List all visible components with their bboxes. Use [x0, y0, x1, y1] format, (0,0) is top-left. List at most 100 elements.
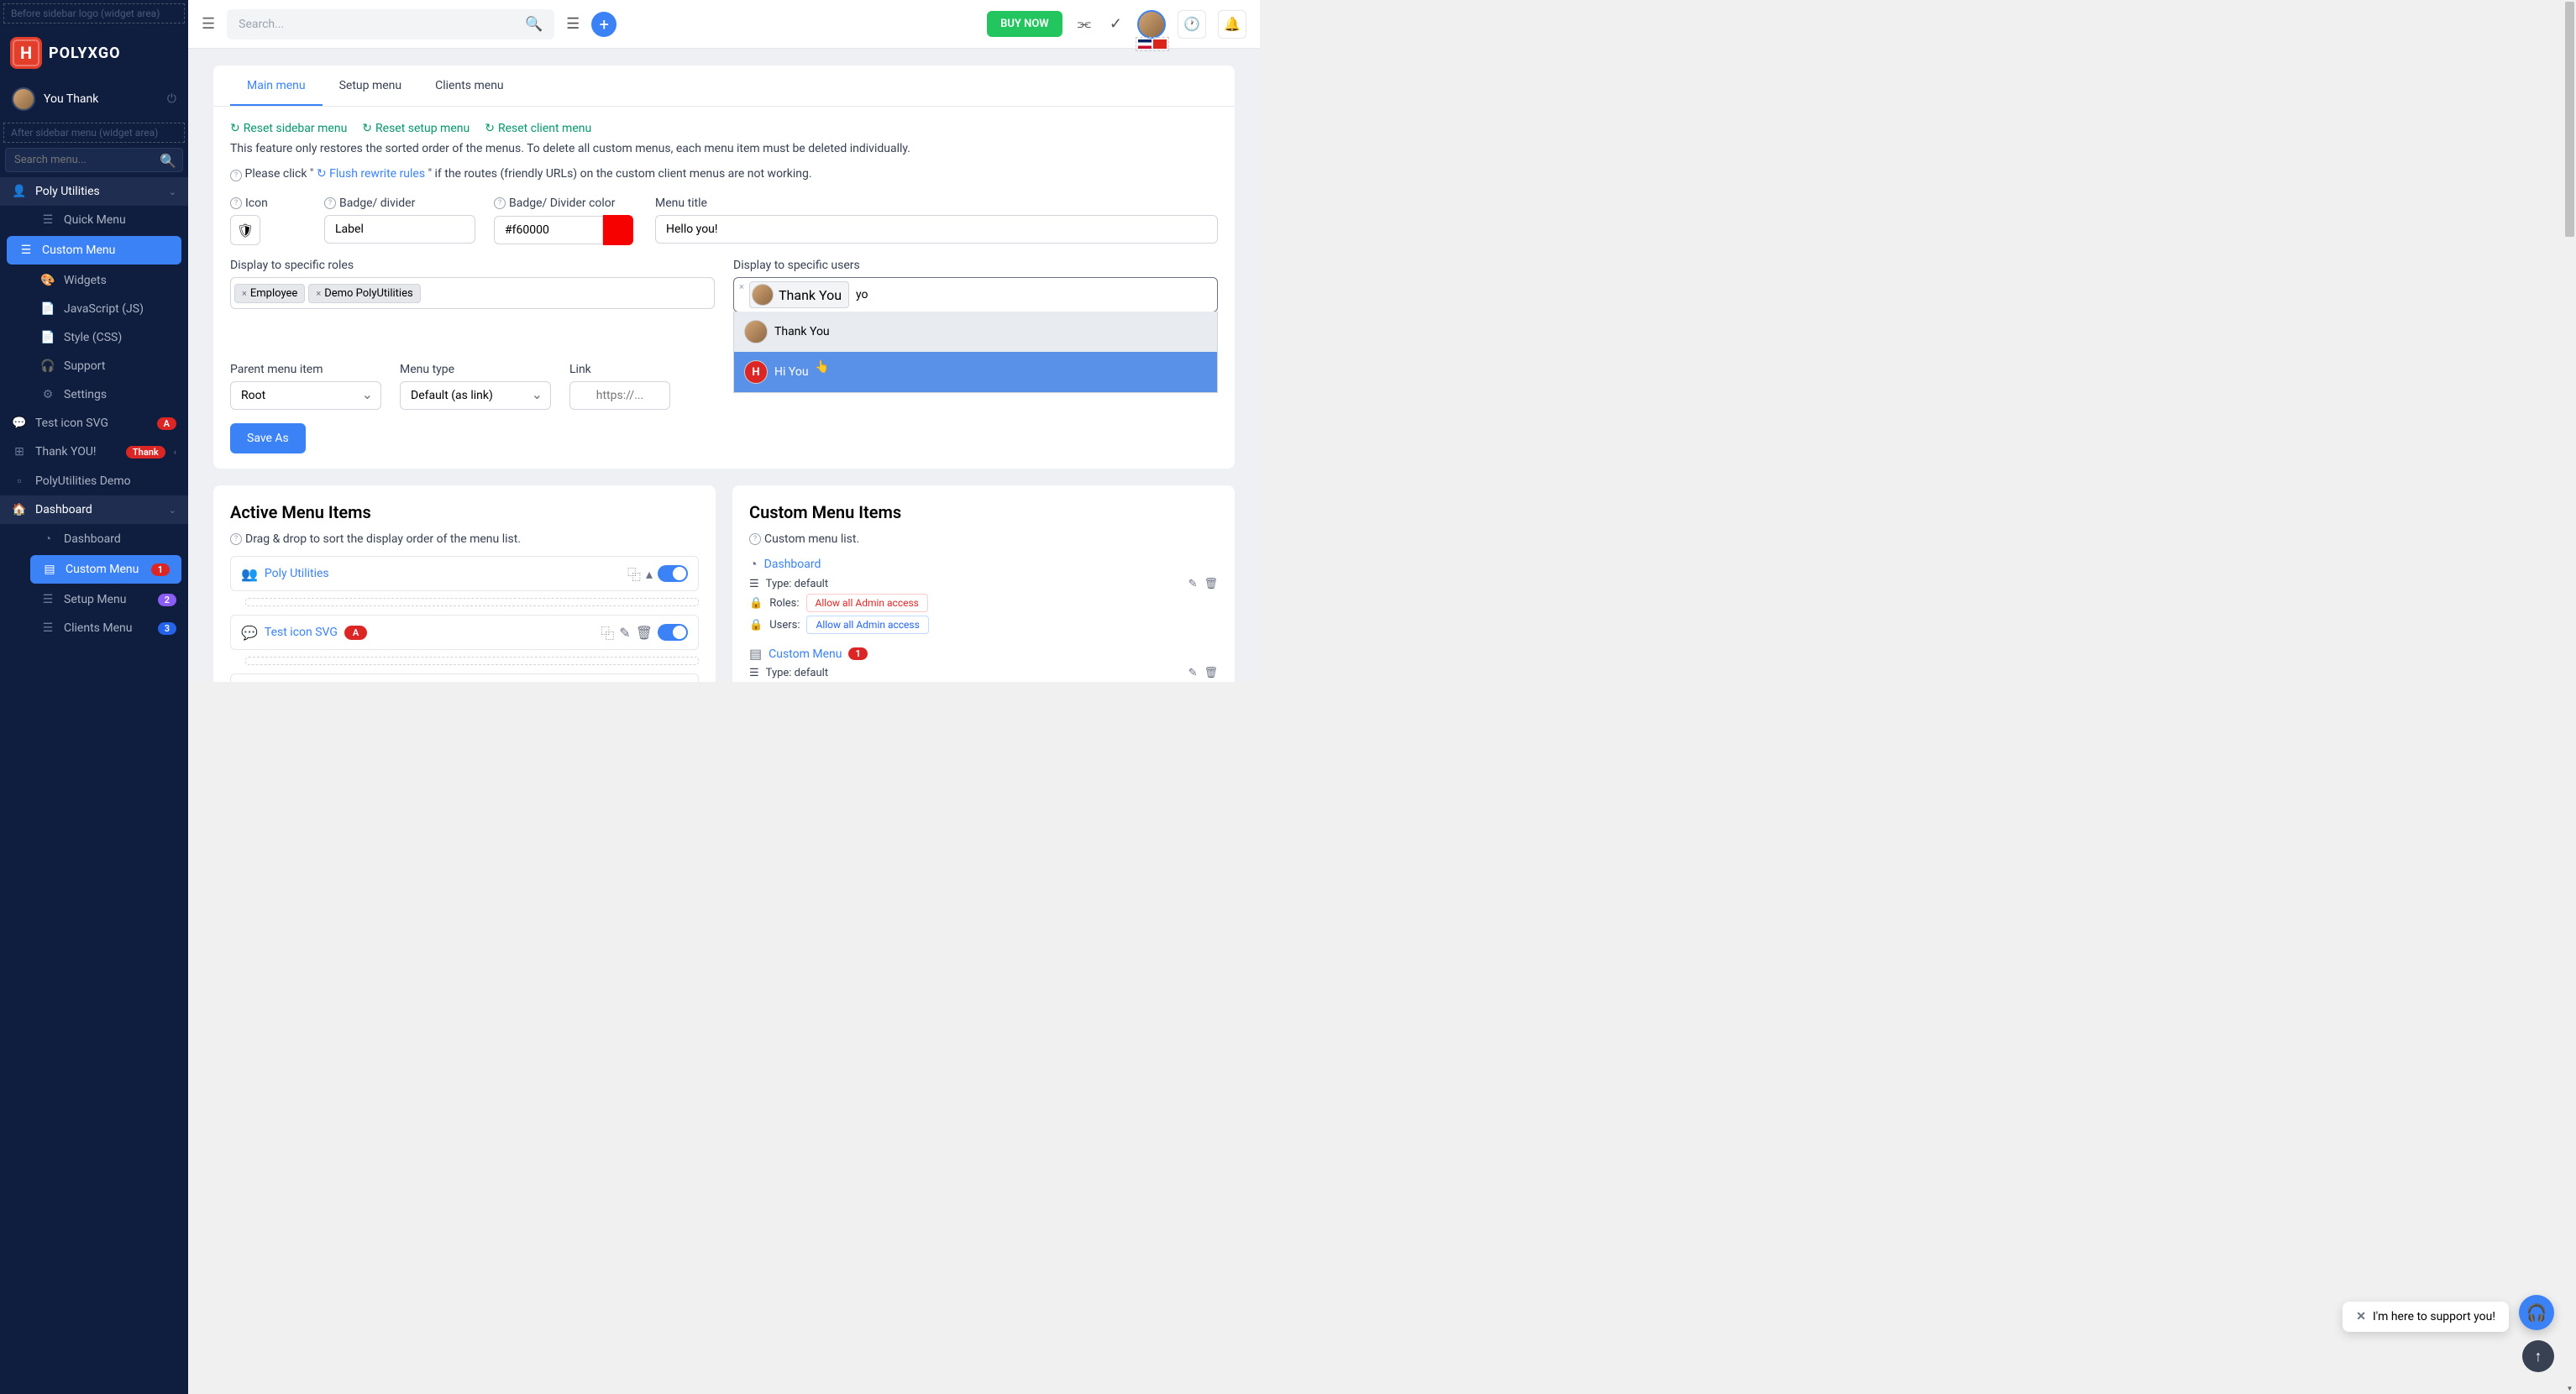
user-tag[interactable]: Thank You	[749, 281, 849, 308]
reset-client-link[interactable]: ↻Reset client menu	[485, 122, 591, 135]
sidebar-item-poly-utilities[interactable]: 👤 Poly Utilities ⌄	[0, 177, 188, 206]
scrollbar-arrow-down[interactable]: ▼	[2565, 1382, 2574, 1394]
logo[interactable]: H POLYXGO	[0, 27, 188, 79]
role-tag[interactable]: ×Employee	[234, 284, 305, 303]
help-icon[interactable]: ?	[324, 197, 336, 209]
flush-rewrite-link[interactable]: Flush rewrite rules	[329, 167, 425, 181]
sidebar-item-thank-you[interactable]: ⊞ Thank YOU! Thank ‹	[0, 438, 188, 466]
roles-input[interactable]: ×Employee ×Demo PolyUtilities	[230, 277, 715, 309]
edit-icon[interactable]: ✎	[1188, 667, 1198, 679]
edit-icon[interactable]: ✎	[619, 625, 630, 641]
drop-zone[interactable]	[245, 657, 699, 665]
sidebar-item-polyutilities-demo[interactable]: ▫ PolyUtilities Demo	[0, 466, 188, 495]
active-item[interactable]: ⊞ Thank YOU! Thank ⿻✎🗑▾	[230, 673, 699, 682]
users-typing[interactable]	[853, 285, 886, 305]
badge: A	[344, 626, 367, 640]
caret-icon[interactable]: ▴	[646, 566, 653, 582]
parent-select[interactable]: Root	[230, 381, 381, 410]
hamburger-icon[interactable]: ☰	[202, 15, 215, 33]
sidebar-user[interactable]: You Thank ⏻	[0, 79, 188, 119]
sidebar-item-dashboard[interactable]: 🏠 Dashboard ⌄	[0, 495, 188, 524]
color-input[interactable]	[494, 216, 603, 244]
dropdown-option[interactable]: Thank You	[734, 312, 1217, 352]
sidebar-item-quick-menu[interactable]: ☰ Quick Menu	[0, 206, 188, 234]
check-icon[interactable]: ✓	[1106, 15, 1125, 33]
role-tag[interactable]: ×Demo PolyUtilities	[308, 284, 420, 303]
toggle[interactable]	[658, 565, 688, 582]
flag-vn-icon[interactable]	[1153, 39, 1167, 49]
badge-input[interactable]	[324, 215, 475, 244]
edit-icon[interactable]: ✎	[1188, 578, 1198, 590]
copy-icon[interactable]: ⿻	[601, 622, 614, 642]
access-badge[interactable]: Allow all Admin access	[806, 594, 928, 612]
sidebar-item-support[interactable]: 🎧 Support	[0, 352, 188, 380]
remove-icon[interactable]: ×	[242, 288, 247, 299]
language-flags[interactable]	[1136, 37, 1169, 51]
menu-search[interactable]: 🔍	[5, 148, 183, 172]
access-badge[interactable]: Allow all Admin access	[806, 616, 928, 634]
list-icon: ▤	[42, 563, 57, 576]
scrollbar-thumb[interactable]	[2565, 2, 2574, 237]
sidebar-item-custom-menu[interactable]: ☰ Custom Menu	[7, 236, 181, 265]
menu-title-input[interactable]	[655, 215, 1218, 244]
close-icon[interactable]: ✕	[2356, 1310, 2366, 1323]
tab-setup-menu[interactable]: Setup menu	[323, 66, 419, 106]
scrollbar[interactable]: ▼	[2563, 0, 2576, 1394]
users-input[interactable]: × Thank You Thank You	[733, 277, 1218, 312]
sidebar-item-style[interactable]: 📄 Style (CSS)	[0, 323, 188, 352]
type-select[interactable]: Default (as link)	[400, 381, 551, 410]
save-as-button[interactable]: Save As	[230, 423, 306, 453]
dropdown-option[interactable]: H Hi You 👆	[734, 352, 1217, 392]
trash-icon[interactable]: 🗑	[1204, 667, 1218, 679]
reset-setup-link[interactable]: ↻Reset setup menu	[362, 122, 470, 135]
power-icon[interactable]: ⏻	[167, 92, 176, 106]
add-button[interactable]: +	[591, 12, 616, 37]
box-icon: ▫	[12, 474, 27, 488]
bell-icon[interactable]: 🔔	[1218, 10, 1246, 39]
drop-zone[interactable]	[245, 598, 699, 606]
search-box[interactable]: 🔍	[227, 9, 554, 39]
link-input[interactable]	[569, 381, 670, 410]
trash-icon[interactable]: 🗑	[1204, 578, 1218, 590]
menu-search-input[interactable]	[5, 148, 183, 172]
icon-picker[interactable]: 🛡	[230, 215, 260, 245]
sidebar-item-settings[interactable]: ⚙ Settings	[0, 380, 188, 409]
sidebar-item-javascript[interactable]: 📄 JavaScript (JS)	[0, 295, 188, 323]
tab-main-menu[interactable]: Main menu	[230, 66, 323, 106]
tab-clients-menu[interactable]: Clients menu	[418, 66, 521, 106]
menu-icon[interactable]: ☰	[566, 15, 580, 33]
support-bubble[interactable]: ✕ I'm here to support you!	[2343, 1302, 2509, 1332]
sidebar-item-custom-menu-2[interactable]: ▤ Custom Menu 1	[30, 555, 181, 584]
lock-icon: 🔒	[749, 597, 763, 610]
support-fab[interactable]: 🎧	[2519, 1295, 2554, 1330]
remove-icon[interactable]: ×	[739, 281, 744, 292]
custom-item-title[interactable]: Dashboard	[764, 558, 821, 571]
remove-icon[interactable]: ×	[316, 288, 321, 299]
trash-icon[interactable]: 🗑	[636, 625, 653, 641]
copy-icon[interactable]: ⿻	[627, 563, 641, 584]
copy-icon[interactable]: ⿻	[589, 681, 602, 682]
search-input[interactable]	[239, 18, 525, 31]
share-icon[interactable]: ⫘	[1074, 15, 1094, 33]
user-avatar[interactable]	[1137, 10, 1166, 39]
custom-item-title[interactable]: Custom Menu	[769, 647, 842, 661]
sidebar-item-clients-menu[interactable]: ☰ Clients Menu 3	[0, 614, 188, 642]
sidebar-item-dashboard-sub[interactable]: ◔ Dashboard	[0, 524, 188, 553]
help-icon[interactable]: ?	[230, 197, 242, 209]
toggle[interactable]	[658, 624, 688, 641]
active-item[interactable]: 👥 Poly Utilities ⿻▴	[230, 556, 699, 591]
help-icon[interactable]: ?	[494, 197, 506, 209]
chevron-left-icon: ‹	[174, 447, 176, 458]
reset-sidebar-link[interactable]: ↻Reset sidebar menu	[230, 122, 347, 135]
sidebar-item-widgets[interactable]: 🎨 Widgets	[0, 266, 188, 295]
scroll-top-button[interactable]: ↑	[2522, 1340, 2554, 1372]
flag-en-icon[interactable]	[1138, 39, 1152, 49]
type-label: Menu type	[400, 363, 551, 376]
sidebar-item-test-icon-svg[interactable]: 💬 Test icon SVG A	[0, 409, 188, 438]
buy-now-button[interactable]: BUY NOW	[987, 11, 1062, 37]
active-item[interactable]: 💬 Test icon SVG A ⿻✎🗑	[230, 615, 699, 650]
search-icon[interactable]: 🔍	[525, 16, 543, 33]
sidebar-item-setup-menu[interactable]: ☰ Setup Menu 2	[0, 585, 188, 614]
color-swatch[interactable]	[603, 215, 633, 245]
clock-icon[interactable]: 🕐	[1178, 10, 1206, 39]
